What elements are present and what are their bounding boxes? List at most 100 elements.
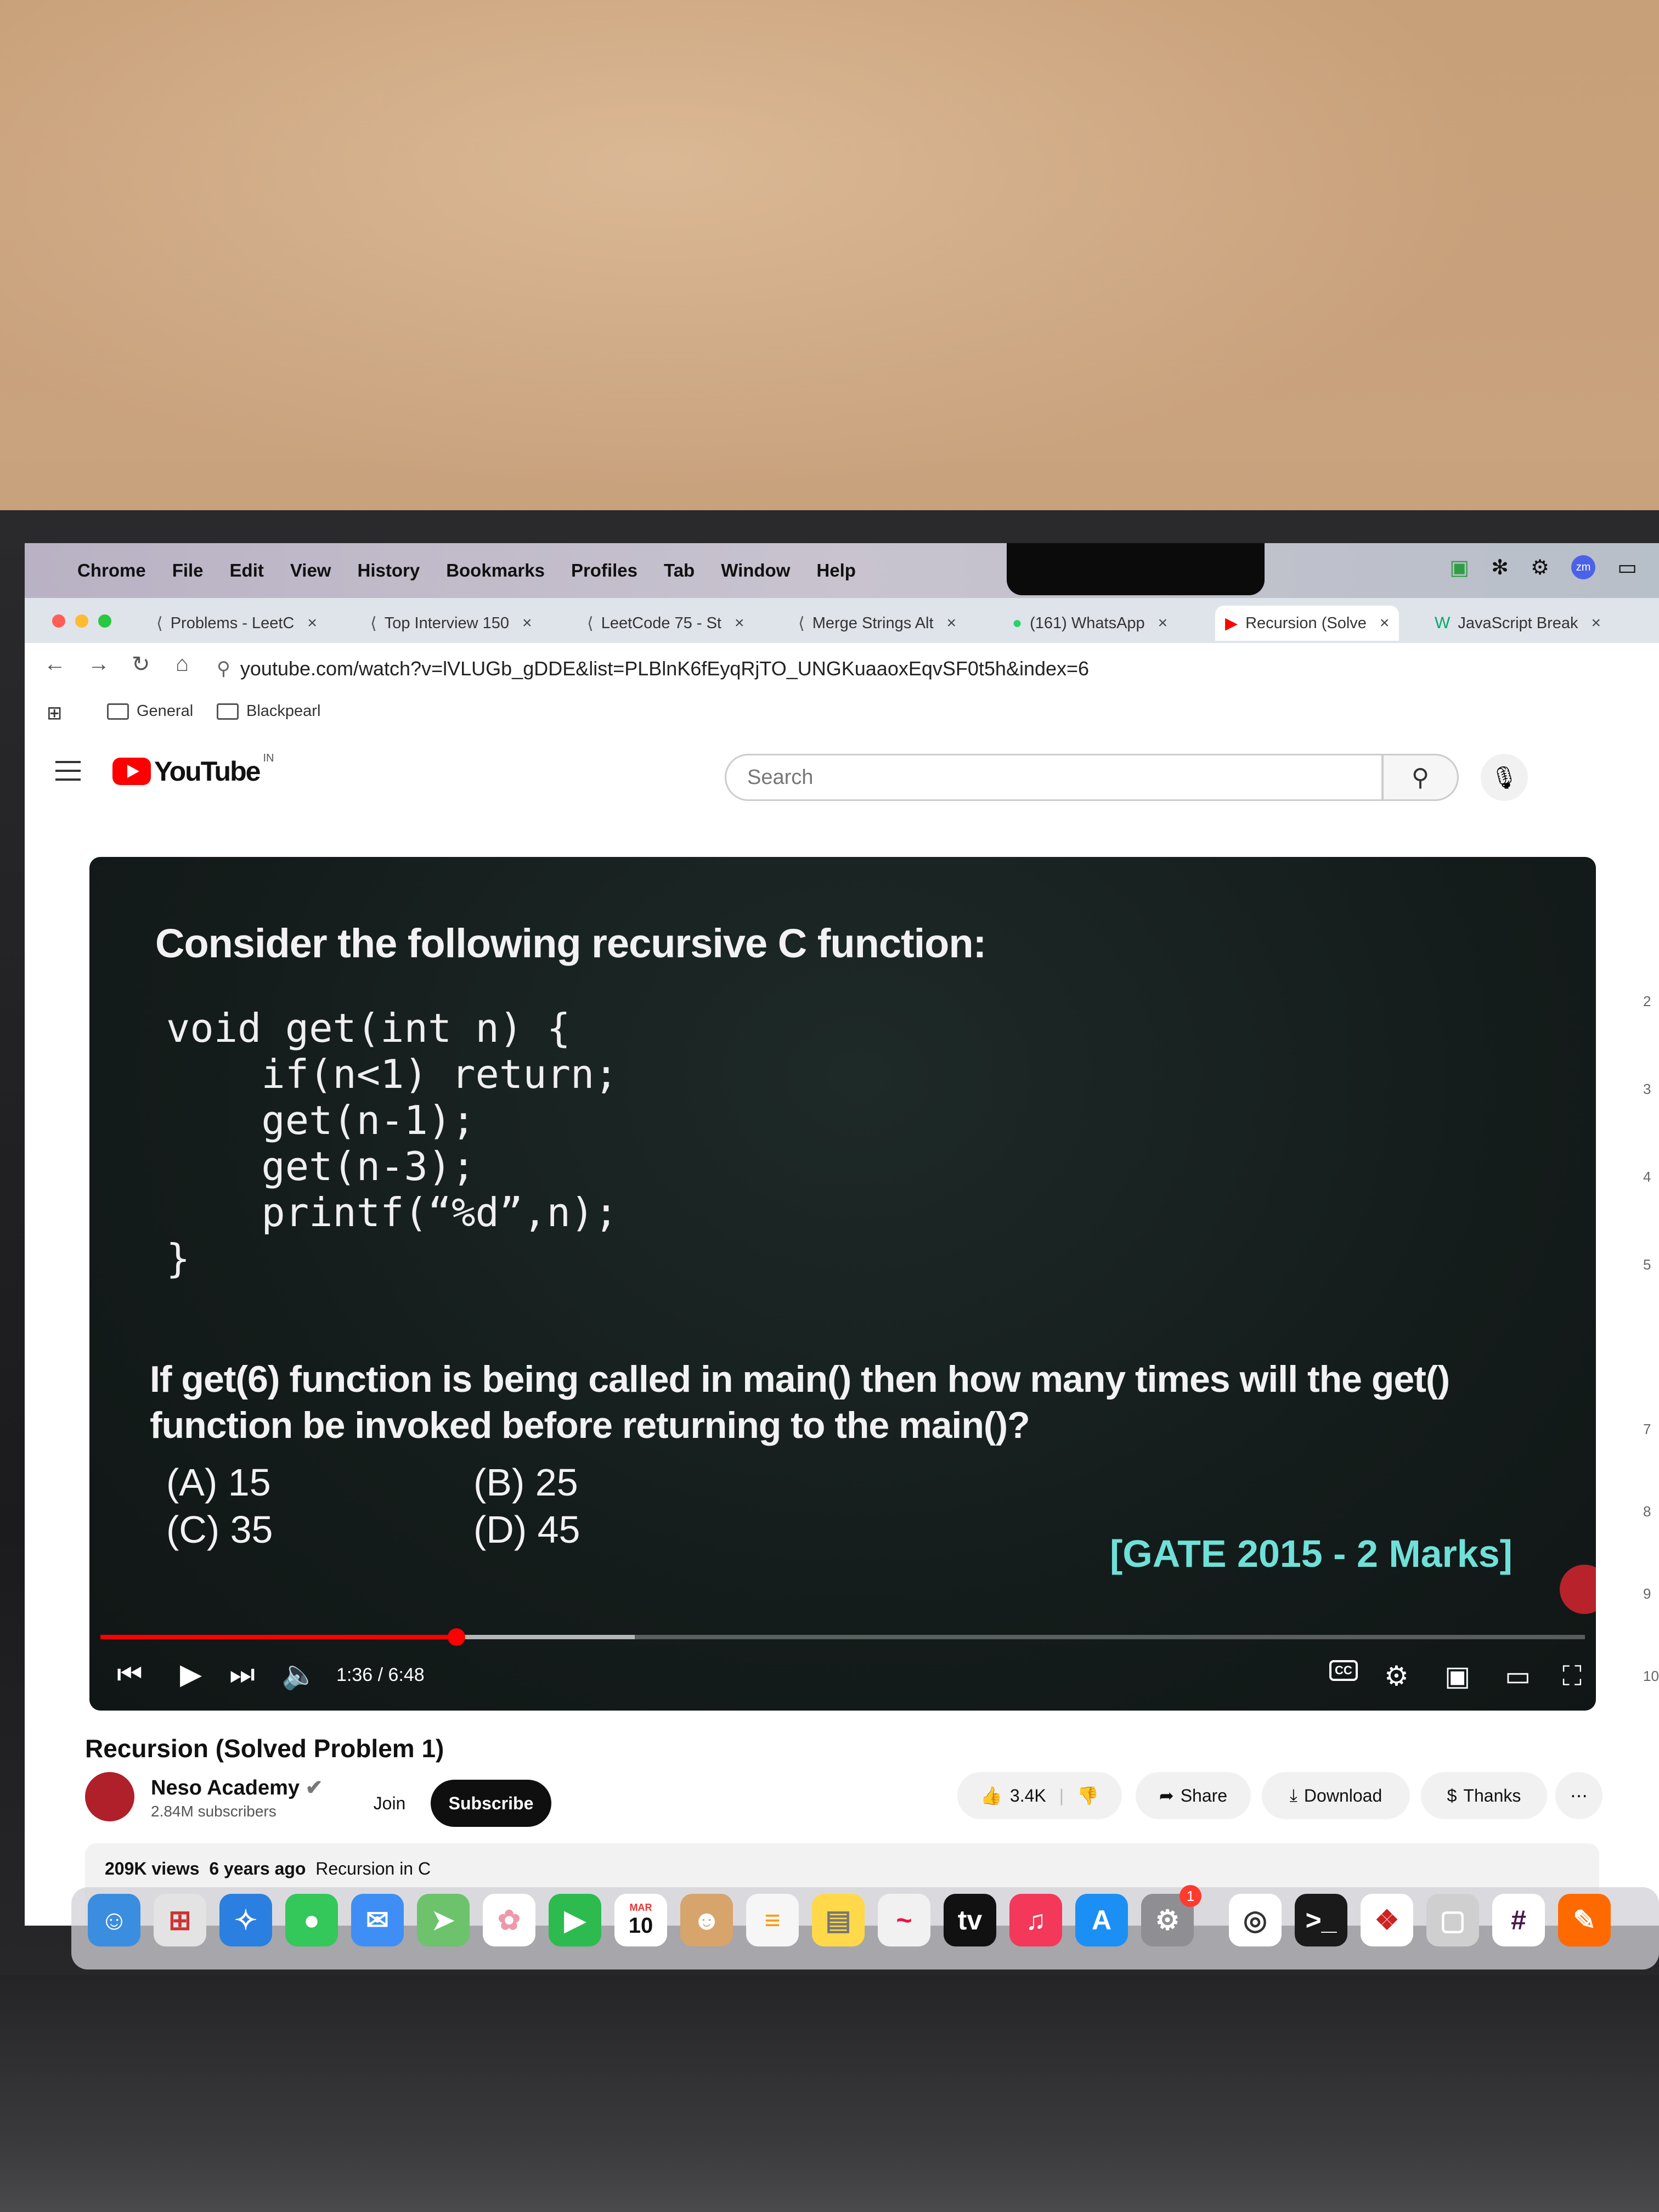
- close-tab-icon[interactable]: ×: [1380, 614, 1390, 633]
- tab-merge-strings[interactable]: ⟨ Merge Strings Alt ×: [798, 606, 956, 641]
- app-status-icon[interactable]: ▣: [1449, 555, 1469, 580]
- menu-help[interactable]: Help: [816, 560, 856, 581]
- menu-file[interactable]: File: [172, 560, 204, 581]
- view-count: 209K views: [105, 1859, 200, 1878]
- like-icon[interactable]: 👍: [980, 1785, 1002, 1806]
- dislike-icon[interactable]: 👎: [1077, 1785, 1099, 1806]
- next-icon[interactable]: ⏭: [229, 1658, 255, 1691]
- thanks-button[interactable]: $ Thanks: [1421, 1772, 1547, 1819]
- apple-tv-icon[interactable]: tv: [944, 1894, 996, 1946]
- reminders-icon[interactable]: ≡: [746, 1894, 799, 1946]
- volume-icon[interactable]: 🔈: [281, 1658, 317, 1691]
- site-info-icon[interactable]: ⚲: [217, 658, 230, 680]
- app-icon[interactable]: ❖: [1361, 1894, 1413, 1946]
- tab-leetcode-75[interactable]: ⟨ LeetCode 75 - St ×: [587, 606, 744, 641]
- tab-javascript-break[interactable]: W JavaScript Break ×: [1435, 606, 1601, 641]
- back-arrow-icon[interactable]: ←: [44, 652, 66, 676]
- close-tab-icon[interactable]: ×: [1158, 614, 1168, 633]
- share-button[interactable]: ➦ Share: [1136, 1772, 1251, 1819]
- mail-icon[interactable]: ✉: [351, 1894, 404, 1946]
- tab-whatsapp[interactable]: ● (161) WhatsApp ×: [1012, 606, 1167, 641]
- microphone-icon: 🎙: [1490, 765, 1519, 790]
- photos-icon[interactable]: ✿: [483, 1894, 535, 1946]
- messages-icon[interactable]: ●: [285, 1894, 338, 1946]
- maps-icon[interactable]: ➤: [417, 1894, 470, 1946]
- terminal-icon[interactable]: >_: [1295, 1894, 1347, 1946]
- menu-history[interactable]: History: [357, 560, 420, 581]
- voice-search-button[interactable]: 🎙: [1481, 754, 1528, 801]
- address-bar[interactable]: ⚲ youtube.com/watch?v=lVLUGb_gDDE&list=P…: [217, 653, 1588, 685]
- teams-icon[interactable]: ⚙: [1531, 555, 1549, 580]
- launchpad-icon[interactable]: ⊞: [154, 1894, 206, 1946]
- channel-avatar[interactable]: [85, 1772, 134, 1821]
- pen-app-icon[interactable]: ✎: [1558, 1894, 1611, 1946]
- notes-icon[interactable]: ▤: [812, 1894, 865, 1946]
- close-tab-icon[interactable]: ×: [307, 614, 317, 633]
- playlist-link[interactable]: Recursion in C: [315, 1859, 431, 1878]
- calendar-icon[interactable]: MAR 10: [614, 1894, 667, 1946]
- close-tab-icon[interactable]: ×: [735, 614, 744, 633]
- miniplayer-icon[interactable]: ▣: [1444, 1660, 1470, 1692]
- app-store-icon[interactable]: A: [1075, 1894, 1128, 1946]
- reload-icon[interactable]: ↻: [132, 652, 150, 677]
- music-icon[interactable]: ♫: [1009, 1894, 1062, 1946]
- previous-icon[interactable]: ⏮: [117, 1658, 143, 1691]
- slack-icon[interactable]: #: [1492, 1894, 1545, 1946]
- option-b: (B) 25: [473, 1461, 578, 1504]
- menu-tab[interactable]: Tab: [664, 560, 695, 581]
- join-button[interactable]: Join: [348, 1780, 431, 1827]
- calendar-month: MAR: [629, 1902, 652, 1913]
- display-icon[interactable]: ▭: [1617, 555, 1637, 580]
- bookmark-blackpearl[interactable]: Blackpearl: [217, 702, 320, 720]
- close-tab-icon[interactable]: ×: [947, 614, 957, 633]
- close-tab-icon[interactable]: ×: [1592, 614, 1601, 633]
- video-player[interactable]: Consider the following recursive C funct…: [89, 857, 1596, 1711]
- fullscreen-icon[interactable]: ⛶: [1562, 1660, 1582, 1692]
- zoom-window-button[interactable]: [98, 614, 111, 628]
- minimize-window-button[interactable]: [75, 614, 88, 628]
- scrubber-handle[interactable]: [448, 1628, 466, 1646]
- facetime-icon[interactable]: ▶: [549, 1894, 601, 1946]
- like-count[interactable]: 3.4K: [1010, 1786, 1046, 1806]
- menu-chrome[interactable]: Chrome: [77, 560, 146, 581]
- close-tab-icon[interactable]: ×: [522, 614, 532, 633]
- more-actions-icon[interactable]: ⋯: [1555, 1772, 1602, 1819]
- finder-icon[interactable]: ☺: [88, 1894, 140, 1946]
- preview-icon[interactable]: ▢: [1426, 1894, 1479, 1946]
- safari-icon[interactable]: ✧: [219, 1894, 272, 1946]
- menu-window[interactable]: Window: [721, 560, 790, 581]
- activity-monitor-icon[interactable]: ◎: [1229, 1894, 1282, 1946]
- tab-top-interview[interactable]: ⟨ Top Interview 150 ×: [370, 606, 532, 641]
- settings-gear-icon[interactable]: ⚙: [1384, 1660, 1409, 1692]
- macos-dock: ☺ ⊞ ✧ ● ✉ ➤ ✿ ▶ MAR 10 ☻ ≡ ▤ ~ tv ♫ A ⚙ …: [71, 1885, 1659, 1970]
- apps-grid-icon[interactable]: ⊞: [47, 702, 63, 724]
- menu-bookmarks[interactable]: Bookmarks: [446, 560, 545, 581]
- subscriber-count: 2.84M subscribers: [151, 1803, 276, 1820]
- youtube-logo[interactable]: YouTube IN: [112, 752, 274, 787]
- sidebar-number: 7: [1643, 1421, 1651, 1437]
- close-window-button[interactable]: [52, 614, 65, 628]
- menu-view[interactable]: View: [290, 560, 331, 581]
- menu-edit[interactable]: Edit: [230, 560, 264, 581]
- search-button[interactable]: ⚲: [1382, 754, 1459, 801]
- menu-profiles[interactable]: Profiles: [571, 560, 637, 581]
- channel-name[interactable]: Neso Academy ✔: [151, 1775, 323, 1800]
- freeform-icon[interactable]: ~: [878, 1894, 930, 1946]
- progress-bar[interactable]: [100, 1628, 1585, 1646]
- search-icon: ⚲: [1411, 764, 1430, 791]
- subscribe-button[interactable]: Subscribe: [431, 1780, 551, 1827]
- zoom-icon[interactable]: zm: [1571, 555, 1596, 579]
- asterisk-icon[interactable]: ✻: [1491, 555, 1509, 580]
- home-icon[interactable]: ⌂: [176, 652, 189, 676]
- tab-recursion-youtube[interactable]: ▶ Recursion (Solve ×: [1215, 606, 1400, 641]
- contacts-icon[interactable]: ☻: [680, 1894, 733, 1946]
- play-icon[interactable]: ▶: [180, 1658, 202, 1691]
- menu-icon[interactable]: [55, 761, 81, 787]
- captions-icon[interactable]: CC: [1329, 1660, 1358, 1681]
- forward-arrow-icon[interactable]: →: [88, 652, 110, 676]
- theater-mode-icon[interactable]: ▭: [1505, 1660, 1531, 1692]
- tab-problems-leetcode[interactable]: ⟨ Problems - LeetC ×: [156, 606, 317, 641]
- bookmark-general[interactable]: General: [107, 702, 193, 720]
- search-input[interactable]: Search: [725, 754, 1383, 801]
- download-button[interactable]: ⤓ Download: [1262, 1772, 1410, 1819]
